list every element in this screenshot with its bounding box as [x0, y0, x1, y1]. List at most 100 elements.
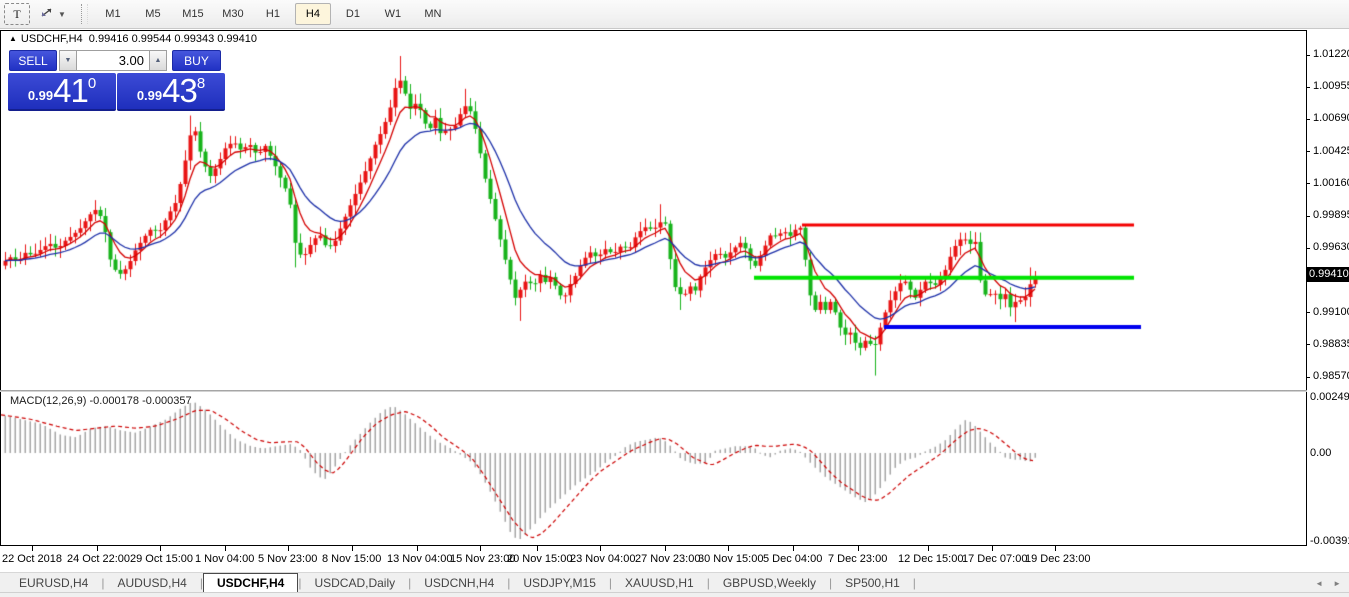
time-axis-label: 8 Nov 15:00 [322, 553, 381, 565]
toolbar: T ▼ M1M5M15M30H1H4D1W1MN [0, 0, 1349, 29]
timeframe-button-group: M1M5M15M30H1H4D1W1MN [93, 3, 453, 25]
time-axis-label: 13 Nov 04:00 [387, 553, 452, 565]
triangle-up-icon: ▲ [155, 57, 162, 64]
time-axis-label: 7 Dec 23:00 [828, 553, 887, 565]
volume-increase-button[interactable]: ▲ [149, 50, 167, 71]
timeframe-button-m5[interactable]: M5 [135, 3, 171, 25]
time-tick [537, 546, 538, 551]
time-axis-label: 24 Oct 22:00 [67, 553, 130, 565]
chart-tab-sp500[interactable]: SP500,H1 [832, 573, 913, 592]
time-tick [480, 546, 481, 551]
price-tick [1306, 87, 1310, 88]
macd-axis-label: 0.00 [1310, 447, 1331, 459]
timeframe-button-mn[interactable]: MN [415, 3, 451, 25]
time-axis-label: 27 Nov 23:00 [635, 553, 700, 565]
timeframe-button-m15[interactable]: M15 [175, 3, 211, 25]
time-axis-label: 20 Nov 15:00 [507, 553, 572, 565]
timeframe-button-h1[interactable]: H1 [255, 3, 291, 25]
chart-tab-xauusd[interactable]: XAUUSD,H1 [612, 573, 707, 592]
timeframe-button-m30[interactable]: M30 [215, 3, 251, 25]
price-tick [1306, 216, 1310, 217]
price-axis-label: 1.00160 [1313, 177, 1349, 189]
time-axis-label: 29 Oct 15:00 [130, 553, 193, 565]
macd-chart-canvas[interactable] [0, 392, 1307, 545]
price-tick [1306, 55, 1310, 56]
price-axis-label: 1.00425 [1313, 145, 1349, 157]
text-tool-button[interactable]: T [4, 3, 30, 25]
price-axis-label: 0.98835 [1313, 338, 1349, 350]
time-tick [32, 546, 33, 551]
time-tick [288, 546, 289, 551]
buy-button[interactable]: BUY [172, 50, 221, 71]
text-tool-icon: T [13, 7, 20, 22]
macd-indicator-label: MACD(12,26,9) -0.000178 -0.000357 [10, 395, 192, 407]
arrow-right-icon: ► [1333, 579, 1341, 588]
timeframe-button-m1[interactable]: M1 [95, 3, 131, 25]
chart-tab-usdcad[interactable]: USDCAD,Daily [301, 573, 408, 592]
arrows-tool-icon [39, 6, 55, 22]
current-price-badge: 0.99410 [1306, 267, 1349, 282]
timeframe-button-h4[interactable]: H4 [295, 3, 331, 25]
price-axis-label: 1.00690 [1313, 112, 1349, 124]
chart-tab-eurusd[interactable]: EURUSD,H4 [6, 573, 101, 592]
tab-scroll-right-button[interactable]: ► [1333, 573, 1341, 593]
time-axis-label: 5 Dec 04:00 [763, 553, 822, 565]
time-tick [992, 546, 993, 551]
price-axis-label: 0.99895 [1313, 209, 1349, 221]
sell-price-display[interactable]: 0.99410 [8, 73, 116, 111]
time-tick [665, 546, 666, 551]
chart-tab-audusd[interactable]: AUDUSD,H4 [104, 573, 199, 592]
collapse-arrow-icon: ▲ [9, 34, 17, 43]
chart-tab-bar: EURUSD,H4|AUDUSD,H4|USDCHF,H4|USDCAD,Dai… [0, 572, 1349, 592]
volume-input[interactable]: 3.00 [76, 50, 150, 71]
time-tick [160, 546, 161, 551]
time-axis-label: 1 Nov 04:00 [195, 553, 254, 565]
arrow-left-icon: ◄ [1315, 579, 1323, 588]
time-tick [858, 546, 859, 551]
arrows-tool-button[interactable]: ▼ [34, 3, 71, 25]
triangle-down-icon: ▼ [65, 57, 72, 64]
tab-list: EURUSD,H4|AUDUSD,H4|USDCHF,H4|USDCAD,Dai… [6, 573, 916, 592]
sell-button[interactable]: SELL [9, 50, 57, 71]
timeframe-button-w1[interactable]: W1 [375, 3, 411, 25]
time-axis-label: 23 Nov 04:00 [570, 553, 635, 565]
time-axis-label: 12 Dec 15:00 [898, 553, 963, 565]
macd-axis-label: -0.003913 [1310, 535, 1349, 547]
time-axis-label: 30 Nov 15:00 [698, 553, 763, 565]
chart-header: ▲ USDCHF,H4 0.99416 0.99544 0.99343 0.994… [9, 33, 257, 45]
price-axis-label: 0.99100 [1313, 306, 1349, 318]
price-tick [1306, 151, 1310, 152]
one-click-trading-panel: SELL ▼ 3.00 ▲ BUY 0.99410 0.99438 [8, 48, 226, 112]
price-axis-label: 0.99630 [1313, 241, 1349, 253]
chart-ohlc-values: 0.99416 0.99544 0.99343 0.99410 [89, 33, 257, 45]
time-tick [728, 546, 729, 551]
time-tick [793, 546, 794, 551]
tab-separator: | [913, 573, 916, 592]
price-axis-label: 1.00955 [1313, 80, 1349, 92]
time-tick [1055, 546, 1056, 551]
time-tick [225, 546, 226, 551]
volume-decrease-button[interactable]: ▼ [59, 50, 77, 71]
time-tick [417, 546, 418, 551]
price-tick [1306, 248, 1310, 249]
price-tick [1306, 377, 1310, 378]
time-tick [352, 546, 353, 551]
tab-scroll-left-button[interactable]: ◄ [1315, 573, 1323, 593]
time-axis-label: 22 Oct 2018 [2, 553, 62, 565]
time-tick [928, 546, 929, 551]
chart-symbol-label: USDCHF,H4 [21, 33, 83, 45]
status-strip [0, 592, 1349, 597]
price-axis-label: 0.98570 [1313, 370, 1349, 382]
chart-tab-gbpusd[interactable]: GBPUSD,Weekly [710, 573, 829, 592]
chart-tab-usdchf[interactable]: USDCHF,H4 [203, 573, 298, 592]
time-axis-label: 17 Dec 07:00 [962, 553, 1027, 565]
chart-tab-usdjpy[interactable]: USDJPY,M15 [510, 573, 608, 592]
price-tick [1306, 183, 1310, 184]
price-tick [1306, 312, 1310, 313]
macd-axis-label: 0.002492 [1310, 391, 1349, 403]
price-tick [1306, 119, 1310, 120]
time-tick [600, 546, 601, 551]
timeframe-button-d1[interactable]: D1 [335, 3, 371, 25]
chart-tab-usdcnh[interactable]: USDCNH,H4 [411, 573, 507, 592]
buy-price-display[interactable]: 0.99438 [117, 73, 225, 111]
